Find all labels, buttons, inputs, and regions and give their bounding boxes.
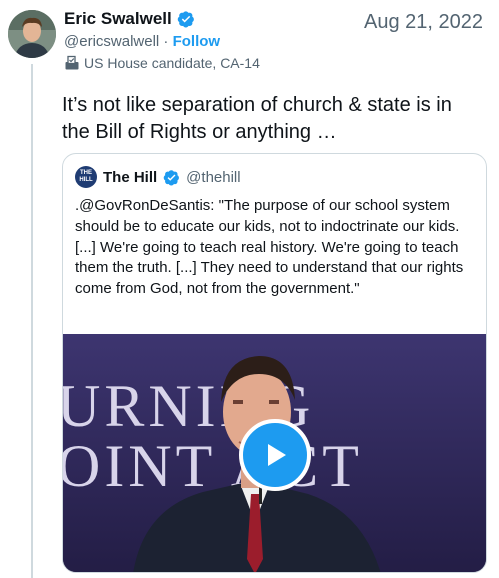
quoted-author-handle: @thehill <box>186 168 241 186</box>
verified-badge-icon <box>177 11 194 28</box>
quoted-tweet[interactable]: THE HILL The Hill @thehill .@GovRonDeSan… <box>62 153 487 573</box>
separator: · <box>159 33 173 50</box>
author-name[interactable]: Eric Swalwell <box>64 9 195 29</box>
ballot-box-icon <box>65 55 79 70</box>
verified-badge-icon <box>163 169 180 185</box>
quoted-tweet-text: .@GovRonDeSantis: "The purpose of our sc… <box>75 197 464 298</box>
quoted-tweet-header: THE HILL The Hill @thehill <box>75 166 241 188</box>
quoted-author-name: The Hill <box>103 168 158 186</box>
thread-line <box>31 64 33 578</box>
candidate-label: US House candidate, CA-14 <box>64 55 260 71</box>
avatar-image <box>8 10 56 58</box>
handle-row: @ericswalwell · Follow <box>64 33 220 50</box>
backdrop-text-bottom: OINT ACT <box>63 433 363 499</box>
tweet-date[interactable]: Aug 21, 2022 <box>364 11 483 34</box>
author-handle[interactable]: @ericswalwell <box>64 33 159 50</box>
video-thumbnail[interactable]: URNING OINT ACT <box>63 334 486 572</box>
tweet-text: It’s not like separation of church & sta… <box>62 94 452 143</box>
candidate-label-text: US House candidate, CA-14 <box>84 55 260 71</box>
avatar[interactable] <box>8 10 56 58</box>
play-icon <box>268 444 286 466</box>
author-name-text: Eric Swalwell <box>64 9 172 28</box>
play-button[interactable] <box>239 419 311 491</box>
follow-button[interactable]: Follow <box>173 33 221 50</box>
the-hill-logo: THE HILL <box>75 166 97 188</box>
